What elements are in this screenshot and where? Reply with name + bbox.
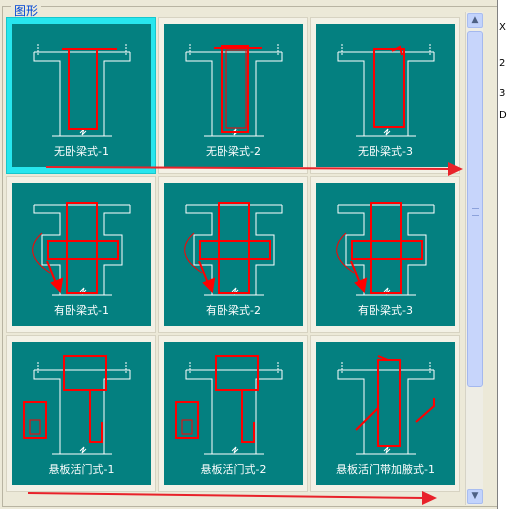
annotation-overlay	[27, 162, 463, 505]
annotation-arrow-bottom	[27, 491, 437, 505]
annotation-arrow-top	[45, 162, 463, 176]
